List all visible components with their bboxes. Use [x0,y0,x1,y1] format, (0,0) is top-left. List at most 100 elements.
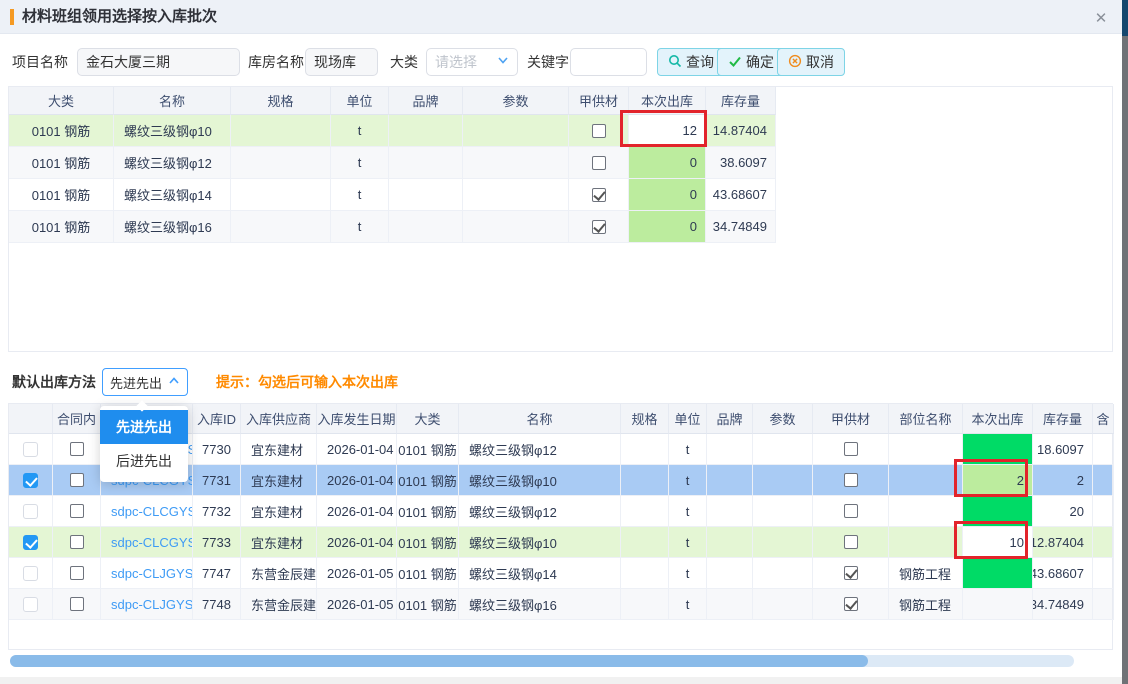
owner-supplied-checkbox[interactable] [592,220,606,234]
horizontal-scrollbar-track[interactable] [10,655,1074,667]
cell-brand [707,434,753,465]
horizontal-scrollbar-thumb[interactable] [10,655,868,667]
cell-spec [621,589,669,620]
owner-supplied-cell [813,558,889,589]
out-qty-input[interactable]: 12 [629,115,706,147]
cell-brand [707,465,753,496]
owner-supplied-checkbox[interactable] [844,504,858,518]
contract-link[interactable]: sdpc-CLCGYSD2 [101,527,193,558]
out-qty-cell[interactable] [963,589,1033,620]
keyword-input[interactable] [570,48,647,76]
row-select-checkbox[interactable] [23,597,38,612]
cell-unit: t [669,558,707,589]
in-contract-checkbox[interactable] [70,442,84,456]
cell-supplier: 宜东建材 [241,496,317,527]
table-row[interactable]: sdpc-CLCGYSD2 7732 宜东建材 2026-01-04 1 010… [9,496,1112,527]
in-contract-checkbox[interactable] [70,597,84,611]
table-row[interactable]: 0101 钢筋 螺纹三级钢φ12 t 0 38.6097 [9,147,776,179]
cell-part [889,465,963,496]
category-label: 大类 [390,48,418,76]
contract-link[interactable]: sdpc-CLJGYSD2 [101,558,193,589]
owner-supplied-cell [813,496,889,527]
out-qty-cell[interactable]: 0 [629,211,706,243]
in-contract-checkbox[interactable] [70,566,84,580]
contract-link-text[interactable]: sdpc-CLJGYSD2 [111,566,193,581]
row-select-checkbox[interactable] [23,473,38,488]
out-qty-input[interactable]: 10 [963,527,1033,558]
cell-part: 钢筋工程 [889,589,963,620]
owner-supplied-checkbox[interactable] [844,597,858,611]
outbound-method-select[interactable]: 先进先出 [102,368,188,396]
owner-supplied-checkbox[interactable] [844,473,858,487]
contract-link[interactable]: sdpc-CLCGYSD2 [101,496,193,527]
category-select[interactable]: 请选择 [426,48,518,76]
out-qty-cell[interactable] [963,558,1033,589]
in-contract-checkbox[interactable] [70,535,84,549]
category-placeholder: 请选择 [435,52,477,72]
in-contract-checkbox[interactable] [70,473,84,487]
table-row[interactable]: sdpc-CLCGYSD2 7733 宜东建材 2026-01-04 1 010… [9,527,1112,558]
row-select-checkbox[interactable] [23,535,38,550]
col-header: 部位名称 [889,404,963,434]
cell-stock: 43.68607 [706,179,776,211]
dropdown-option-fifo[interactable]: 先进先出 [100,410,188,444]
contract-link-text[interactable]: sdpc-CLJGYSD2 [111,597,193,612]
owner-supplied-checkbox[interactable] [592,124,606,138]
table-row[interactable]: 0101 钢筋 螺纹三级钢φ10 t 12 14.87404 [9,115,776,147]
cell-supplier: 宜东建材 [241,465,317,496]
cell-unit: t [669,527,707,558]
confirm-button[interactable]: 确定 [717,48,785,76]
owner-supplied-checkbox[interactable] [844,566,858,580]
cell-part [889,527,963,558]
table-row[interactable]: sdpc-CLJGYSD2 7747 东营金辰建筑 2026-01-05 1 0… [9,558,1112,589]
project-name-input[interactable] [77,48,240,76]
outbound-method-value: 先进先出 [110,373,162,392]
in-contract-cell [53,434,101,465]
cell-stock: 18.6097 [1033,434,1093,465]
tip-text: 提示：勾选后可输入本次出库 [216,368,398,396]
cell-param [463,147,569,179]
col-header: 大类 [397,404,459,434]
row-select-checkbox[interactable] [23,566,38,581]
owner-supplied-checkbox[interactable] [844,535,858,549]
close-button[interactable]: ✕ [1090,7,1112,29]
warehouse-name-input[interactable] [305,48,378,76]
out-qty-cell[interactable]: 0 [629,179,706,211]
col-header: 含 [1093,404,1114,434]
col-header: 品牌 [389,87,463,115]
cell-param [753,558,813,589]
cell-inbound-id: 7733 [193,527,241,558]
cell-param [753,589,813,620]
contract-link-text[interactable]: sdpc-CLCGYSD2 [111,535,193,550]
cell-brand [389,179,463,211]
owner-supplied-checkbox[interactable] [592,156,606,170]
cell-param [463,115,569,147]
dropdown-option-lifo[interactable]: 后进先出 [100,444,188,478]
keyword-label: 关键字 [527,48,569,76]
query-button[interactable]: 查询 [657,48,725,76]
cell-tax [1093,558,1114,589]
outbound-method-dropdown: 先进先出 后进先出 [100,406,188,482]
out-qty-input[interactable]: 2 [963,465,1033,496]
row-select-checkbox[interactable] [23,504,38,519]
out-qty-cell[interactable]: 0 [629,147,706,179]
cell-brand [707,558,753,589]
contract-link[interactable]: sdpc-CLJGYSD2 [101,589,193,620]
contract-link-text[interactable]: sdpc-CLCGYSD2 [111,504,193,519]
cancel-button[interactable]: 取消 [777,48,845,76]
table-row[interactable]: 0101 钢筋 螺纹三级钢φ16 t 0 34.74849 [9,211,776,243]
search-icon [668,54,682,71]
owner-supplied-checkbox[interactable] [592,188,606,202]
table-row[interactable]: 0101 钢筋 螺纹三级钢φ14 t 0 43.68607 [9,179,776,211]
table-row[interactable]: sdpc-CLJGYSD2 7748 东营金辰建筑 2026-01-05 1 0… [9,589,1112,620]
cell-date: 2026-01-05 1 [317,589,397,620]
owner-supplied-checkbox[interactable] [844,442,858,456]
out-qty-cell[interactable] [963,434,1033,465]
cell-spec [231,211,331,243]
col-header: 入库ID [193,404,241,434]
out-qty-cell[interactable] [963,496,1033,527]
row-select-checkbox[interactable] [23,442,38,457]
in-contract-checkbox[interactable] [70,504,84,518]
cell-unit: t [331,115,389,147]
cell-category: 0101 钢筋 [397,589,459,620]
